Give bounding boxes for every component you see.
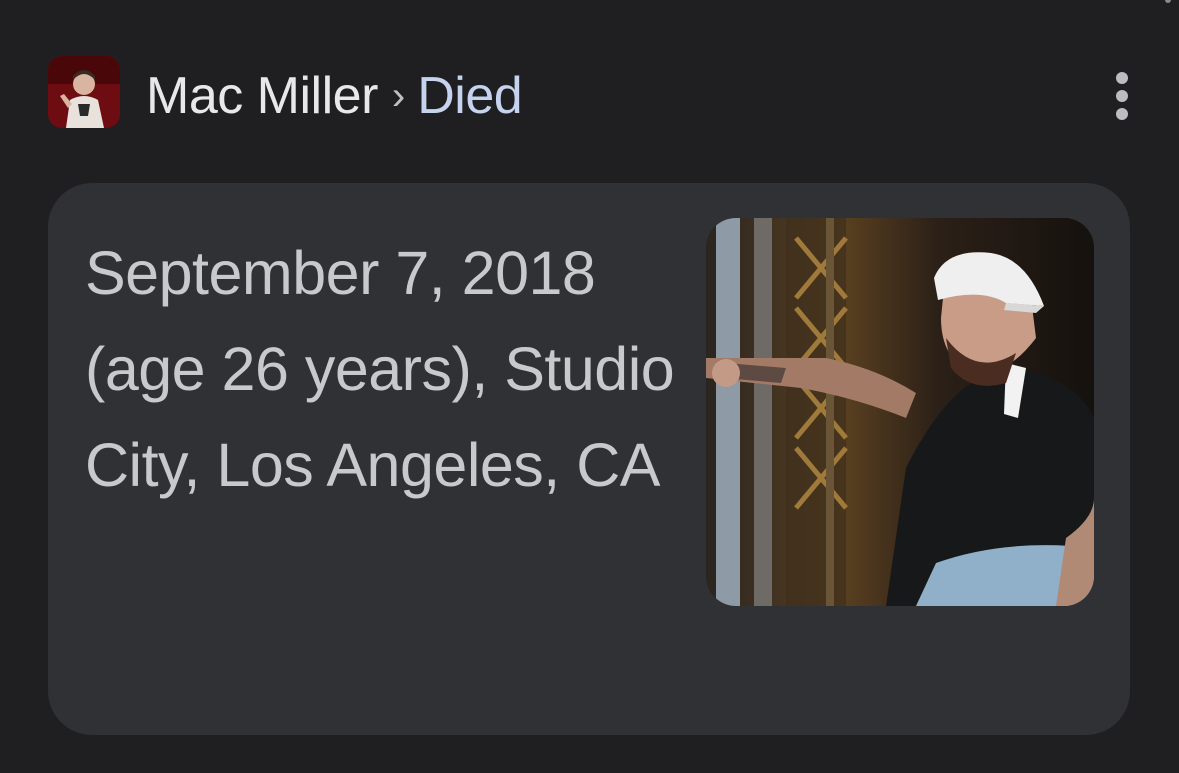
answer-text: September 7, 2018 (age 26 years), Studio… (85, 239, 675, 499)
entity-avatar[interactable] (48, 56, 120, 128)
breadcrumb-attribute[interactable]: Died (417, 66, 522, 126)
answer-image[interactable] (706, 218, 1094, 606)
more-vert-icon (1116, 72, 1128, 120)
performer-photo (706, 218, 1094, 606)
person-portrait-icon (48, 56, 120, 128)
answer-card: September 7, 2018 (age 26 years), Studio… (48, 183, 1130, 735)
knowledge-header: Mac Miller › Died (48, 56, 1148, 132)
more-options-button[interactable] (1096, 64, 1148, 128)
breadcrumb-separator: › (391, 73, 406, 118)
scroll-indicator (1165, 0, 1171, 3)
breadcrumb: Mac Miller › Died (146, 64, 523, 128)
breadcrumb-entity[interactable]: Mac Miller (146, 66, 378, 126)
screen: Mac Miller › Died September 7, 2018 (age… (0, 0, 1179, 773)
